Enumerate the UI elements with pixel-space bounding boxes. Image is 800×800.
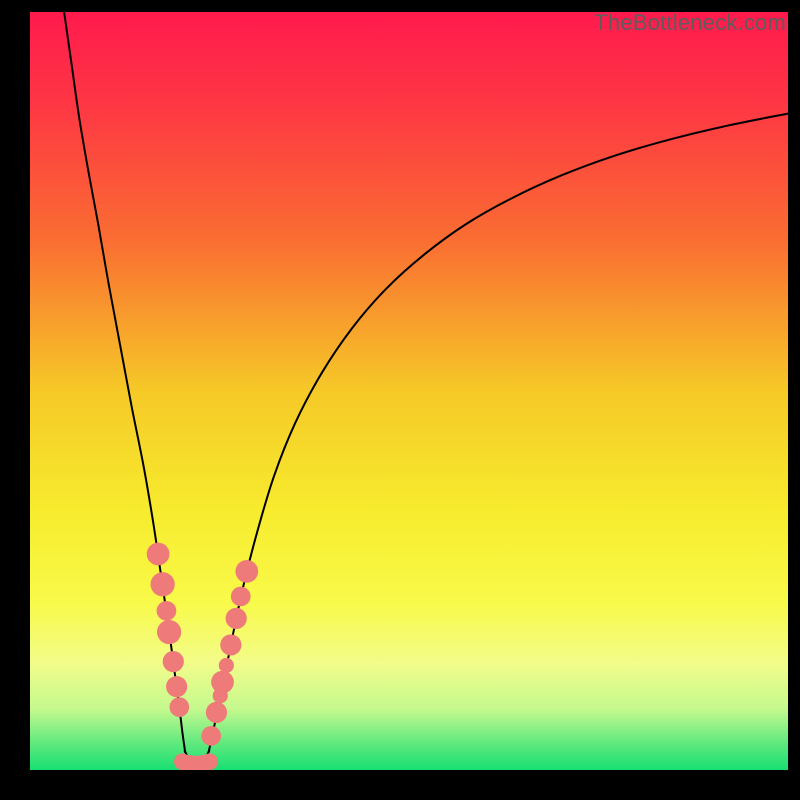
data-marker (163, 651, 184, 672)
data-marker (226, 608, 247, 629)
data-marker (201, 726, 221, 746)
gradient-background (30, 12, 788, 770)
bottleneck-curve-chart (30, 12, 788, 770)
chart-frame: TheBottleneck.com (0, 0, 800, 800)
data-marker (151, 572, 175, 596)
data-marker (147, 543, 170, 566)
data-marker (157, 620, 181, 644)
data-marker (201, 753, 218, 770)
plot-area (30, 12, 788, 770)
watermark-text: TheBottleneck.com (594, 10, 786, 36)
data-marker (235, 560, 258, 583)
data-marker (166, 676, 187, 697)
data-marker (157, 601, 177, 621)
data-marker (219, 658, 234, 673)
data-marker (211, 671, 234, 694)
data-marker (169, 697, 189, 717)
data-marker (220, 634, 241, 655)
data-marker (231, 587, 251, 607)
data-marker (206, 702, 227, 723)
